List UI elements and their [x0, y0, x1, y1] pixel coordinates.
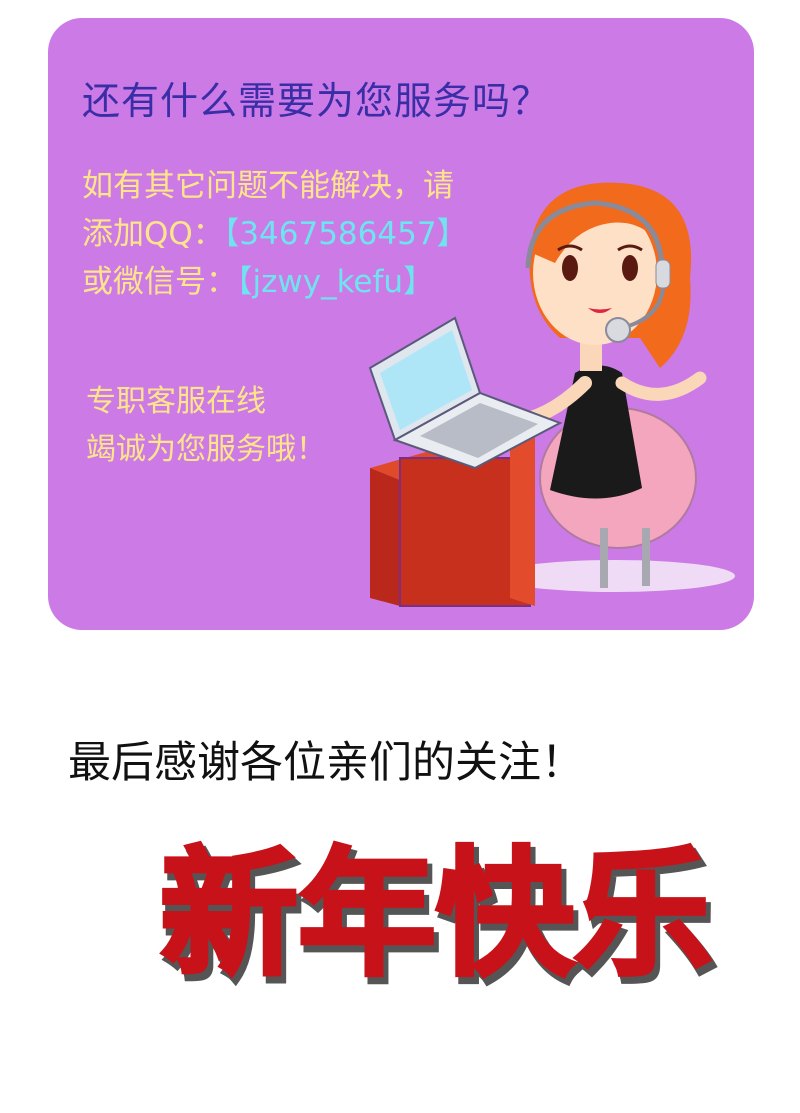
happy-new-year-banner: 新年快乐 新年快乐: [158, 832, 719, 1004]
panel-heading: 还有什么需要为您服务吗？: [82, 79, 551, 123]
slogan-line-1: 专职客服在线: [86, 384, 266, 419]
qq-label: 添加QQ：: [82, 216, 224, 252]
greeting-text: 新年快乐: [160, 834, 712, 995]
slogan-line-2: 竭诚为您服务哦！: [86, 432, 326, 467]
customer-service-agent-icon: [368, 182, 735, 607]
thanks-message: 最后感谢各位亲们的关注！: [68, 738, 584, 788]
wechat-label: 或微信号：: [82, 264, 237, 300]
